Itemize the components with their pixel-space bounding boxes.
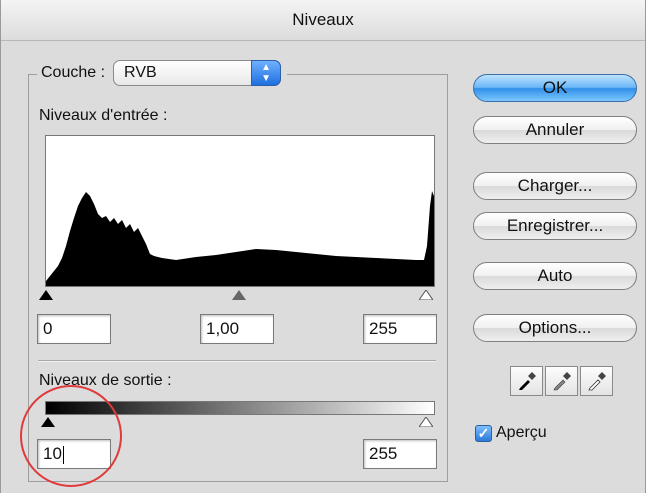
channel-select[interactable]: RVB ▲ ▼ xyxy=(113,60,282,86)
white-point-eyedropper-icon[interactable] xyxy=(580,366,613,396)
auto-button[interactable]: Auto xyxy=(473,262,637,290)
options-button[interactable]: Options... xyxy=(473,314,637,342)
preview-option[interactable]: ✓ Aperçu xyxy=(475,424,547,442)
gray-point-eyedropper-icon[interactable] xyxy=(545,366,578,396)
output-white-field[interactable]: 255 xyxy=(363,439,437,469)
preview-checkbox[interactable]: ✓ xyxy=(475,424,492,442)
save-button[interactable]: Enregistrer... xyxy=(473,212,637,240)
eyedropper-tools xyxy=(510,366,615,398)
select-arrows-icon: ▲ ▼ xyxy=(251,60,282,86)
highlight-circle xyxy=(20,385,122,487)
channel-row: Couche : RVB ▲ ▼ xyxy=(37,58,288,88)
input-black-slider[interactable] xyxy=(39,290,53,300)
input-gamma-slider[interactable] xyxy=(232,290,246,300)
histogram-graph xyxy=(46,191,434,286)
window-title: Niveaux xyxy=(1,0,645,41)
levels-dialog: Niveaux Couche : RVB ▲ ▼ Niveaux d'entrée… xyxy=(0,0,646,493)
histogram xyxy=(45,135,435,287)
ok-button[interactable]: OK xyxy=(473,74,637,102)
output-white-slider[interactable] xyxy=(419,417,433,427)
channel-label: Couche : xyxy=(41,64,106,81)
load-button[interactable]: Charger... xyxy=(473,172,637,200)
input-white-field[interactable]: 255 xyxy=(363,314,437,344)
input-gamma-field[interactable]: 1,00 xyxy=(200,314,274,344)
input-white-slider[interactable] xyxy=(419,290,433,300)
preview-label: Aperçu xyxy=(496,424,547,441)
separator xyxy=(38,360,436,362)
channel-select-value: RVB xyxy=(124,64,157,81)
cancel-button[interactable]: Annuler xyxy=(473,116,637,144)
black-point-eyedropper-icon[interactable] xyxy=(510,366,543,396)
input-black-field[interactable]: 0 xyxy=(37,314,111,344)
input-levels-label: Niveaux d'entrée : xyxy=(39,107,168,124)
